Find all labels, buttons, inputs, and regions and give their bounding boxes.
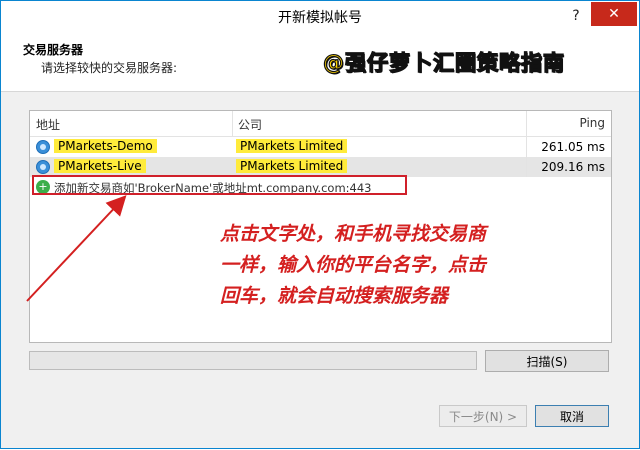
next-button[interactable]: 下一步(N) > bbox=[439, 405, 527, 427]
scan-button[interactable]: 扫描(S) bbox=[485, 350, 609, 372]
cancel-button[interactable]: 取消 bbox=[535, 405, 609, 427]
scan-progress-bar bbox=[29, 351, 477, 370]
dialog-window: 开新模拟帐号 ? ✕ 交易服务器 请选择较快的交易服务器: @强仔萝卜汇圈策略指… bbox=[0, 0, 640, 449]
annotation-arrow bbox=[26, 195, 127, 302]
